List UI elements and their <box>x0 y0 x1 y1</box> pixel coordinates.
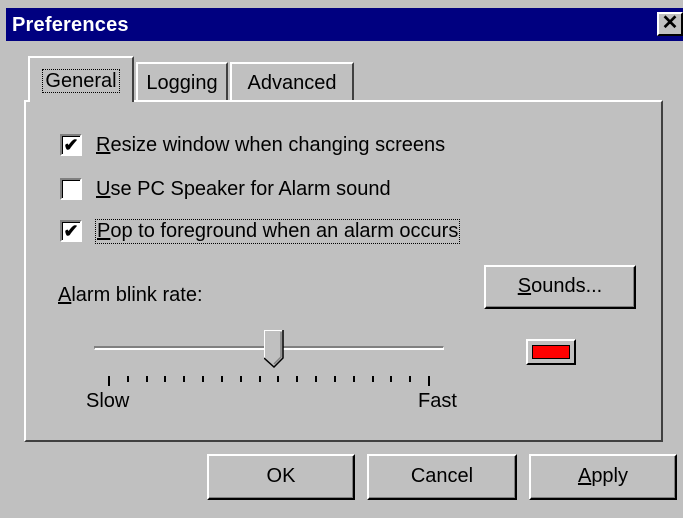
fast-label: Fast <box>418 390 457 412</box>
alarm-color-button[interactable] <box>526 339 576 365</box>
preferences-dialog: Preferences ✕ General Logging Advanced ✔… <box>0 0 683 518</box>
tab-advanced-label: Advanced <box>247 72 337 94</box>
slider-tick <box>127 376 129 382</box>
slider-tick <box>315 376 317 382</box>
pop-to-foreground-label: Pop to foreground when an alarm occurs <box>94 219 461 244</box>
close-icon: ✕ <box>661 12 679 34</box>
pc-speaker-checkbox[interactable] <box>60 178 82 200</box>
tab-general-label: General <box>42 69 120 93</box>
check-mark-icon: ✔ <box>63 135 79 155</box>
tab-logging[interactable]: Logging <box>136 62 228 100</box>
pc-speaker-label: Use PC Speaker for Alarm sound <box>96 178 391 200</box>
slider-tick <box>390 376 392 382</box>
resize-window-checkbox[interactable]: ✔ <box>60 134 82 156</box>
slider-tick <box>259 376 261 382</box>
cancel-button[interactable]: Cancel <box>367 454 517 500</box>
slider-tick <box>334 376 336 382</box>
slider-tick <box>277 376 279 382</box>
window-title: Preferences <box>12 14 129 36</box>
slider-tick <box>108 376 110 386</box>
slider-thumb[interactable] <box>264 330 284 368</box>
slider-tick <box>146 376 148 382</box>
tab-general[interactable]: General <box>28 56 134 102</box>
blink-rate-slider[interactable]: Slow Fast <box>86 322 457 412</box>
close-button[interactable]: ✕ <box>657 12 683 36</box>
apply-button[interactable]: Apply <box>529 454 677 500</box>
slider-tick <box>428 376 430 386</box>
pop-to-foreground-checkbox[interactable]: ✔ <box>60 220 82 242</box>
slider-tick <box>409 376 411 382</box>
tab-advanced[interactable]: Advanced <box>230 62 354 100</box>
title-bar: Preferences ✕ <box>6 8 683 41</box>
slider-tick <box>221 376 223 382</box>
slow-label: Slow <box>86 390 130 412</box>
check-mark-icon: ✔ <box>63 221 79 241</box>
slider-tick <box>372 376 374 382</box>
sounds-button[interactable]: Sounds... <box>484 265 636 309</box>
slider-tick <box>353 376 355 382</box>
resize-window-label: Resize window when changing screens <box>96 134 446 156</box>
alarm-blink-rate-label: Alarm blink rate: <box>58 284 203 306</box>
general-tab-panel: ✔ Resize window when changing screens Us… <box>24 100 663 442</box>
slider-ticks <box>108 376 430 386</box>
slider-tick <box>183 376 185 382</box>
slider-tick <box>296 376 298 382</box>
alarm-color-swatch <box>532 345 570 359</box>
ok-button[interactable]: OK <box>207 454 355 500</box>
slider-tick <box>164 376 166 382</box>
slider-tick <box>240 376 242 382</box>
tab-logging-label: Logging <box>146 72 218 94</box>
slider-tick <box>202 376 204 382</box>
